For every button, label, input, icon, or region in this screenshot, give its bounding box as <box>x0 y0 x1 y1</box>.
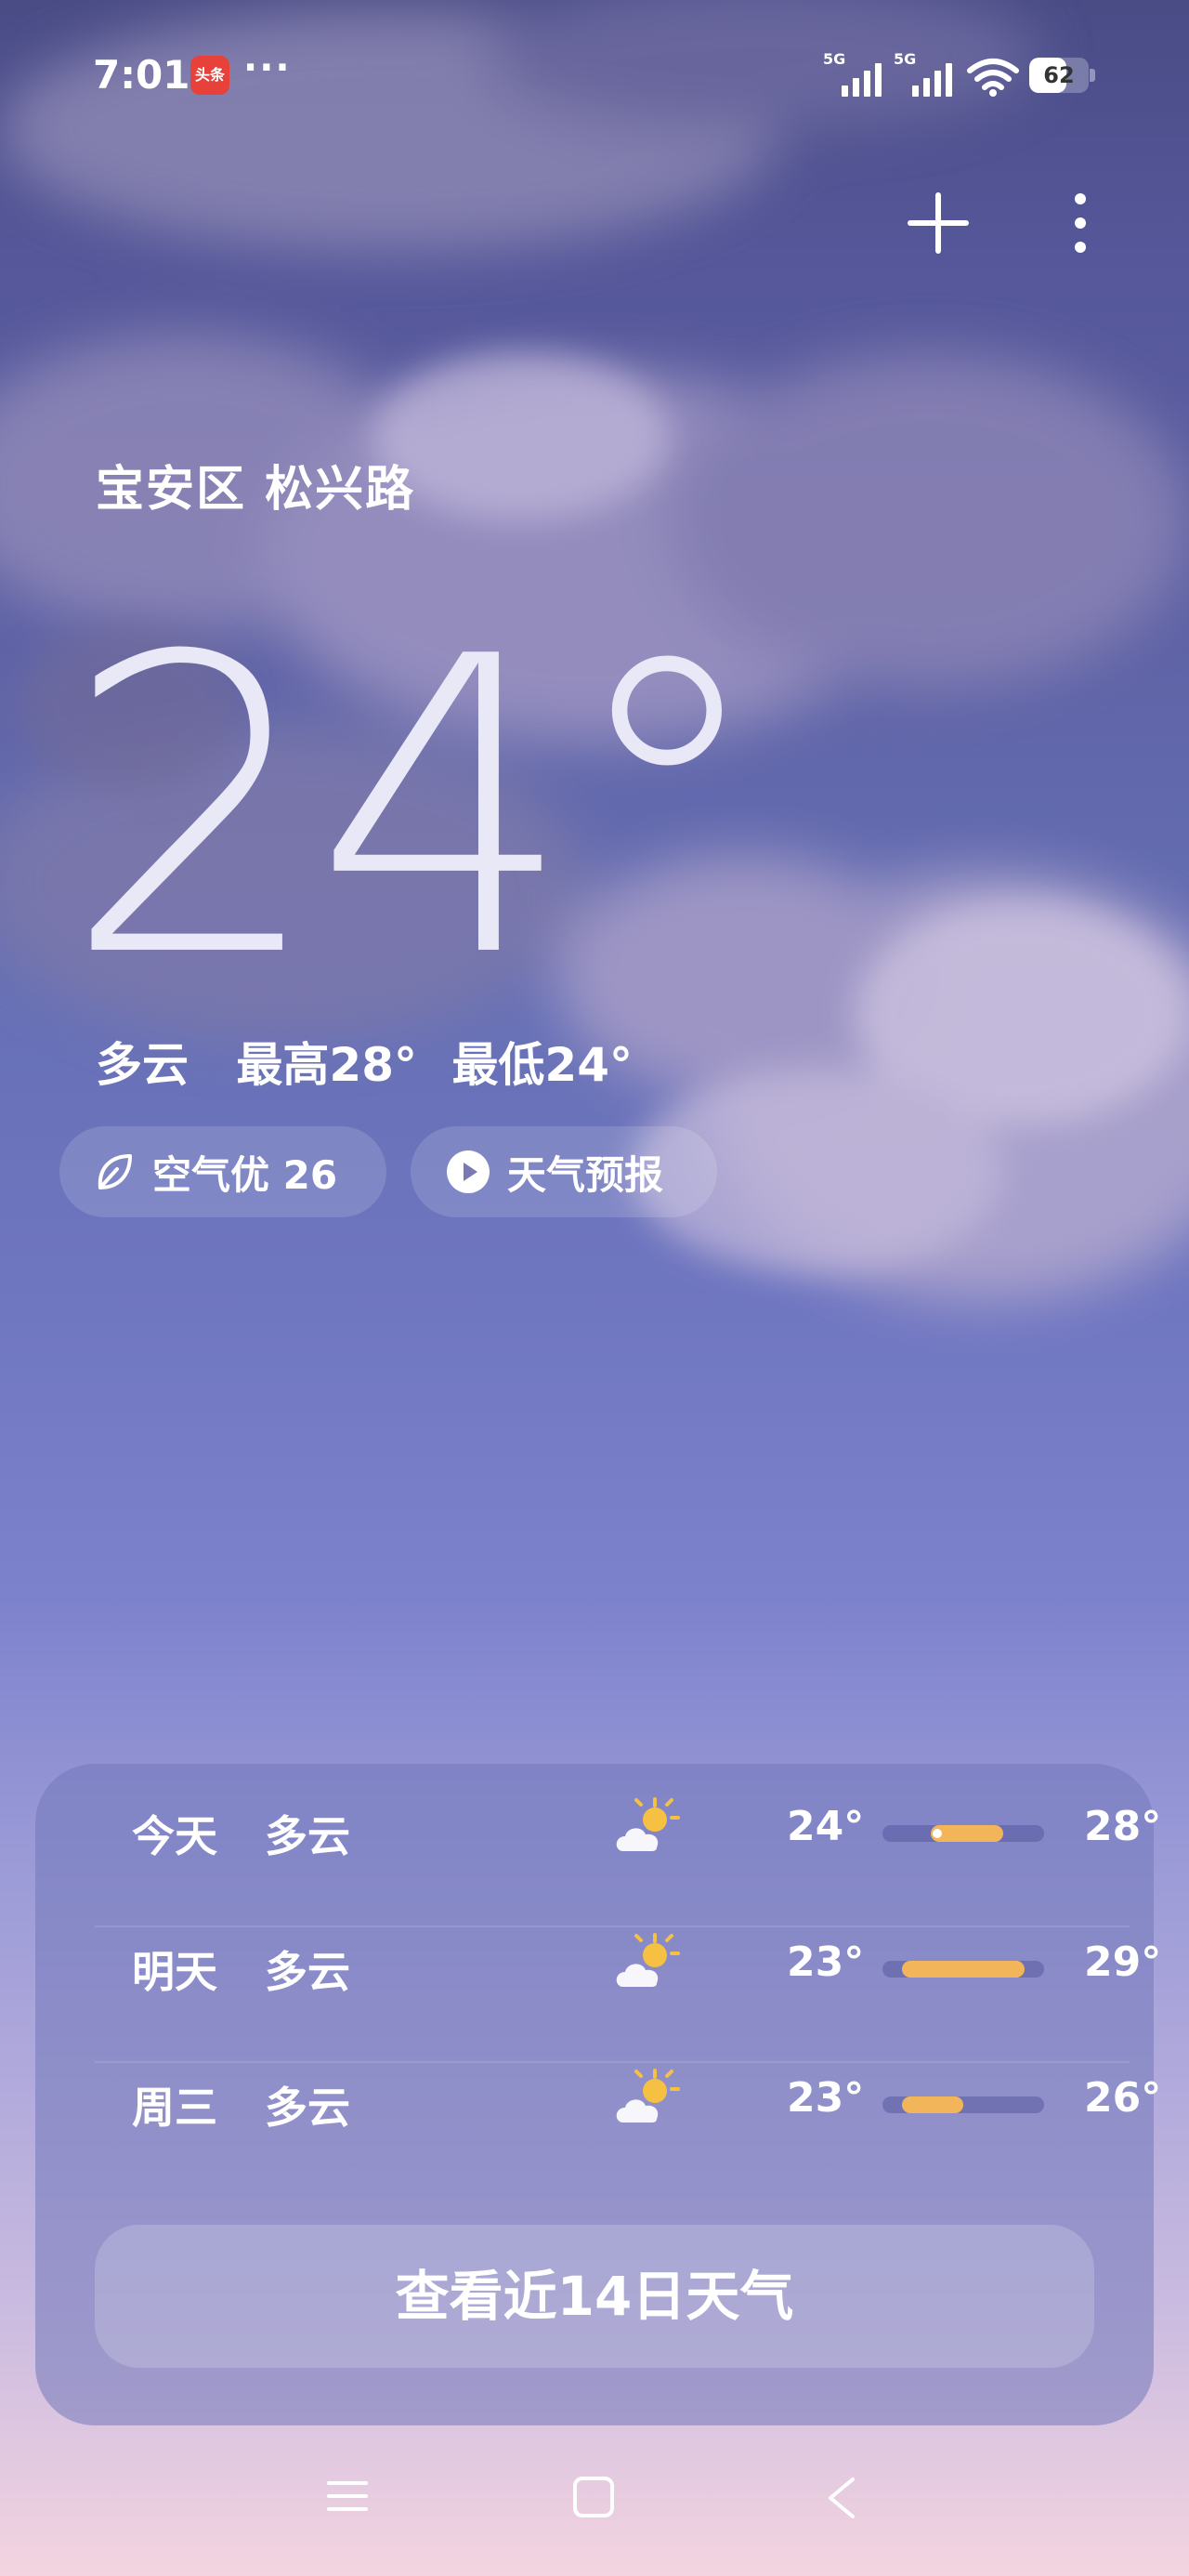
add-city-button[interactable] <box>907 191 970 255</box>
signal-5g-icon-1: 5G <box>823 50 888 97</box>
leaf-icon <box>98 1154 132 1189</box>
forecast-day: 今天 <box>132 1811 217 1861</box>
play-icon <box>447 1150 490 1193</box>
forecast-condition: 多云 <box>265 1947 350 1997</box>
status-bar: 7:01 头条 ··· 5G 5G 62 <box>0 46 1189 108</box>
forecast-low: 23° <box>787 1939 865 1986</box>
more-options-button[interactable] <box>1057 191 1104 255</box>
current-temperature: 24° <box>63 571 769 1046</box>
temperature-range-bar <box>882 1961 1044 1978</box>
forecast-day: 明天 <box>132 1947 217 1997</box>
current-temperature-marker <box>932 1829 942 1838</box>
weather-forecast-label: 天气预报 <box>507 1151 664 1198</box>
partly-cloudy-icon <box>616 2069 680 2123</box>
nav-recent-apps-button[interactable] <box>327 2476 368 2517</box>
weather-summary: 多云 最高28° 最低24° <box>96 1028 633 1095</box>
forecast-card: 今天 多云 24° 28° 明天 多云 23° 29° 周三 多云 23° 26… <box>35 1764 1161 2425</box>
current-condition: 多云 <box>96 1038 189 1092</box>
temperature-range-bar <box>882 2096 1044 2113</box>
today-low: 最低24° <box>451 1038 634 1092</box>
air-quality-button[interactable]: 空气优 26 <box>59 1126 386 1217</box>
forecast-low: 23° <box>787 2074 865 2122</box>
more-notifications-icon: ··· <box>243 46 292 89</box>
partly-cloudy-icon <box>616 1933 680 1987</box>
toutiao-app-icon: 头条 <box>190 56 229 95</box>
forecast-day: 周三 <box>132 2083 217 2133</box>
signal-5g-icon-2: 5G <box>894 50 959 97</box>
air-quality-label: 空气优 26 <box>152 1151 338 1198</box>
forecast-row-tomorrow[interactable]: 明天 多云 23° 29° <box>95 1899 1161 2035</box>
wifi-icon <box>967 59 1019 97</box>
battery-level: 62 <box>1043 62 1075 88</box>
forecast-high: 28° <box>1084 1803 1162 1850</box>
temperature-range-fill <box>901 2096 963 2113</box>
location-title[interactable]: 宝安区 松兴路 <box>96 450 415 519</box>
forecast-condition: 多云 <box>265 2083 350 2133</box>
weather-forecast-video-button[interactable]: 天气预报 <box>411 1126 717 1217</box>
battery-icon: 62 <box>1029 58 1096 93</box>
forecast-low: 24° <box>787 1803 865 1850</box>
forecast-row-today[interactable]: 今天 多云 24° 28° <box>95 1764 1161 1899</box>
status-time: 7:01 <box>93 52 190 98</box>
nav-home-button[interactable] <box>572 2476 615 2518</box>
today-high: 最高28° <box>236 1038 418 1092</box>
forecast-condition: 多云 <box>265 1811 350 1861</box>
view-14-day-forecast-button[interactable]: 查看近14日天气 <box>95 2225 1094 2368</box>
forecast-row-wednesday[interactable]: 周三 多云 23° 26° <box>95 2035 1161 2171</box>
nav-back-button[interactable] <box>823 2476 860 2520</box>
forecast-high: 29° <box>1084 1939 1162 1986</box>
partly-cloudy-icon <box>616 1797 680 1851</box>
temperature-range-bar <box>882 1825 1044 1842</box>
forecast-high: 26° <box>1084 2074 1162 2122</box>
temperature-range-fill <box>901 1961 1026 1978</box>
